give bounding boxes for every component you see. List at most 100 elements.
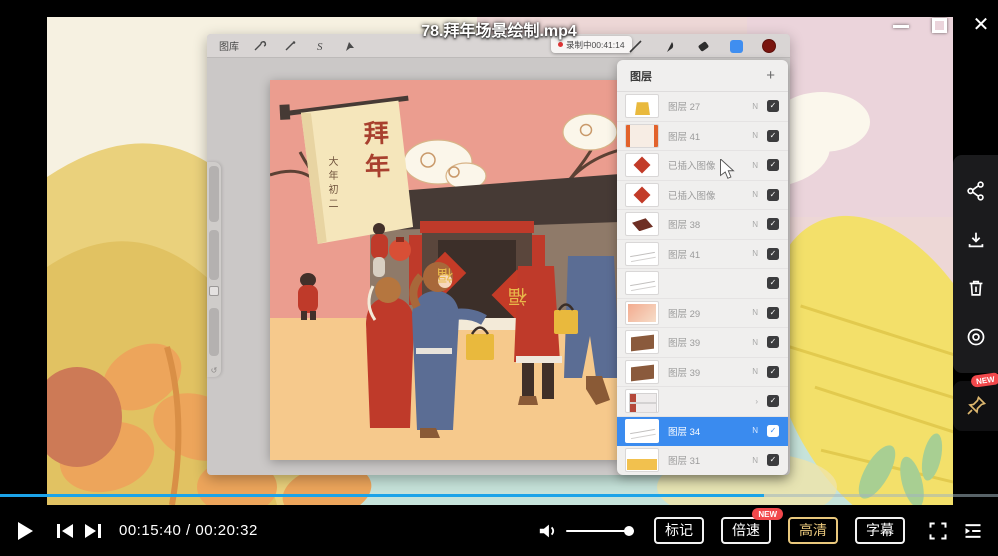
brush-size-slider[interactable]	[209, 166, 219, 222]
layer-visibility-checkbox[interactable]: ✓	[767, 218, 779, 230]
layer-name: 已插入图像	[668, 158, 752, 172]
layers-panel: 图层 + 图层 27N✓图层 41N✓已插入图像N✓已插入图像N✓图层 38N✓…	[617, 60, 788, 475]
layer-row[interactable]: 图层 38N✓	[617, 210, 788, 240]
player-button[interactable]: 字幕	[855, 517, 905, 543]
player-button[interactable]: 标记	[654, 517, 704, 543]
volume-slider[interactable]	[566, 524, 634, 538]
layer-visibility-checkbox[interactable]: ✓	[767, 100, 779, 112]
layer-thumbnail	[625, 242, 659, 266]
layer-visibility-checkbox[interactable]: ✓	[767, 189, 779, 201]
maximize-button[interactable]	[932, 18, 947, 33]
side-toolbar	[953, 155, 998, 373]
play-button[interactable]	[16, 521, 34, 541]
brush-sidebar: ↺	[207, 162, 221, 377]
layer-row[interactable]: 图层 29N ✓	[617, 299, 788, 329]
selection-icon[interactable]: S	[313, 40, 327, 52]
layer-visibility-checkbox[interactable]: ✓	[767, 425, 779, 437]
banner-text: 拜年	[355, 119, 393, 186]
share-icon[interactable]	[965, 180, 987, 202]
wrench-icon[interactable]	[253, 40, 267, 52]
playlist-icon[interactable]	[962, 521, 984, 541]
layer-row[interactable]: 图层 31N✓	[617, 446, 788, 475]
layer-visibility-checkbox[interactable]: ✓	[767, 159, 779, 171]
video-title: 78.拜年场景绘制.mp4	[0, 17, 998, 41]
transform-icon[interactable]	[343, 40, 357, 52]
progress-played	[0, 494, 764, 497]
layer-row[interactable]: 图层 34N ✓	[617, 417, 788, 447]
download-icon[interactable]	[965, 229, 987, 251]
layer-row[interactable]: ›✓	[617, 387, 788, 417]
layer-thumbnail	[625, 212, 659, 236]
layer-row[interactable]: 图层 41N✓	[617, 122, 788, 152]
layer-blend-mode[interactable]: N	[752, 131, 758, 140]
layer-name: 图层 34	[668, 424, 752, 438]
layer-blend-mode[interactable]: N	[752, 338, 758, 347]
layer-row[interactable]: 图层 39N ✓	[617, 358, 788, 388]
layer-visibility-checkbox[interactable]: ✓	[767, 248, 779, 260]
undo-button[interactable]: ↺	[207, 366, 221, 375]
layer-blend-mode[interactable]: N	[752, 190, 758, 199]
procreate-app: 图库 S 录制中00:41:14	[207, 34, 790, 475]
record-icon[interactable]	[965, 326, 987, 348]
volume-icon[interactable]	[538, 522, 558, 540]
close-button[interactable]: ✕	[968, 12, 994, 38]
layer-visibility-checkbox[interactable]: ✓	[767, 336, 779, 348]
layer-blend-mode[interactable]: N	[752, 456, 758, 465]
layer-row[interactable]: 已插入图像N ✓	[617, 181, 788, 211]
layer-name: 图层 39	[668, 335, 752, 349]
layer-visibility-checkbox[interactable]: ✓	[767, 130, 779, 142]
layer-visibility-checkbox[interactable]: ✓	[767, 277, 779, 289]
player-button[interactable]: 倍速	[721, 517, 771, 543]
layer-name: 图层 27	[668, 99, 752, 113]
layer-thumbnail	[625, 271, 659, 295]
minimize-button[interactable]	[893, 25, 909, 28]
layers-panel-title: 图层	[630, 68, 652, 84]
new-badge: NEW	[752, 508, 783, 520]
layer-visibility-checkbox[interactable]: ✓	[767, 366, 779, 378]
player-buttons: 标记倍速NEW高清字幕	[654, 517, 922, 543]
layer-name: 图层 39	[668, 365, 752, 379]
layer-name: 已插入图像	[668, 188, 752, 202]
layer-blend-mode[interactable]: N	[752, 161, 758, 170]
fullscreen-icon[interactable]	[928, 521, 948, 541]
adjustments-icon[interactable]	[283, 40, 297, 52]
previous-button[interactable]	[56, 523, 74, 539]
color-swatch[interactable]	[762, 39, 776, 53]
layers-panel-header: 图层 +	[617, 60, 788, 92]
layer-blend-mode[interactable]: N	[752, 102, 758, 111]
pin-icon[interactable]	[964, 394, 988, 418]
next-button[interactable]	[84, 523, 102, 539]
layer-row[interactable]: ✓	[617, 269, 788, 299]
player-button[interactable]: 高清	[788, 517, 838, 543]
layer-visibility-checkbox[interactable]: ✓	[767, 454, 779, 466]
recording-dot-icon	[558, 42, 563, 47]
layer-blend-mode[interactable]: N	[752, 249, 758, 258]
modify-button[interactable]	[209, 286, 219, 296]
drawing-canvas[interactable]: 拜年 大年初二 福 福	[270, 80, 620, 460]
layer-row[interactable]: 已插入图像N ✓	[617, 151, 788, 181]
video-content[interactable]: 图库 S 录制中00:41:14	[47, 17, 953, 505]
brush-opacity-slider[interactable]	[209, 230, 219, 280]
layer-name: 图层 29	[668, 306, 752, 320]
layer-thumbnail	[625, 360, 659, 384]
video-player-window: 78.拜年场景绘制.mp4 ✕	[0, 0, 998, 556]
layer-row[interactable]: 图层 39N ✓	[617, 328, 788, 358]
layer-name: 图层 41	[668, 247, 752, 261]
layer-visibility-checkbox[interactable]: ✓	[767, 307, 779, 319]
layer-thumbnail	[625, 419, 659, 443]
layer-thumbnail	[625, 183, 659, 207]
layer-blend-mode[interactable]: N	[752, 367, 758, 376]
layer-blend-mode[interactable]: N	[752, 308, 758, 317]
add-layer-button[interactable]: +	[766, 68, 775, 83]
layer-blend-mode[interactable]: N	[752, 426, 758, 435]
layer-blend-mode[interactable]: ›	[755, 397, 758, 406]
trash-icon[interactable]	[965, 277, 987, 299]
progress-bar[interactable]	[0, 494, 998, 497]
layer-visibility-checkbox[interactable]: ✓	[767, 395, 779, 407]
slider-track[interactable]	[209, 308, 219, 356]
layer-row[interactable]: 图层 27N ✓	[617, 92, 788, 122]
layer-row[interactable]: 图层 41N ✓	[617, 240, 788, 270]
layers-icon[interactable]	[730, 40, 743, 53]
volume-knob[interactable]	[624, 526, 634, 536]
layer-blend-mode[interactable]: N	[752, 220, 758, 229]
